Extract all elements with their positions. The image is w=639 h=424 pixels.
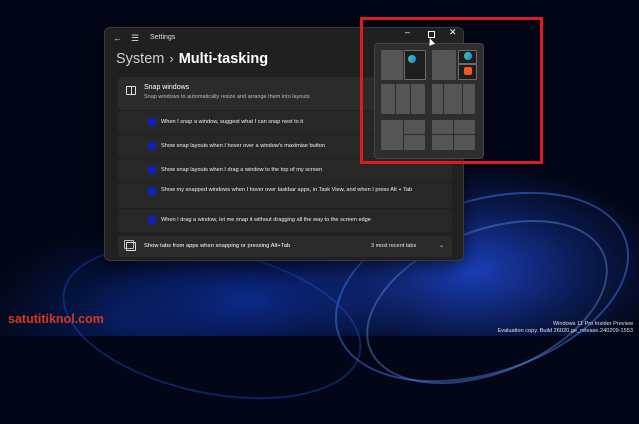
tabs-dropdown-value: 3 most recent tabs [371,243,417,249]
os-edition-text: Windows 11 Pro Insider Preview [552,321,633,327]
snap-windows-title: Snap windows [144,84,190,91]
page-title: Multi-tasking [178,51,269,67]
tabs-dropdown[interactable]: 3 most recent tabs ⌄ [366,241,446,252]
snap-option-label: Show snap layouts when I drag a window t… [161,167,323,173]
highlight-annotation [360,17,543,164]
snap-option-label: When I drag a window, let me snap it wit… [161,217,371,223]
app-title: Settings [150,34,176,41]
snap-option-checkbox[interactable] [148,216,156,224]
tabs-setting-row: Show tabs from apps when snapping or pre… [118,236,452,257]
snap-option-checkbox[interactable] [148,118,156,126]
snap-option-checkbox[interactable] [148,142,156,150]
snap-option-row: Show my snapped windows when I hover ove… [118,183,452,208]
snap-option-label: Show my snapped windows when I hover ove… [161,187,413,193]
breadcrumb-separator: › [169,51,174,66]
snap-option-row: When I drag a window, let me snap it wit… [118,209,452,232]
snap-option-checkbox[interactable] [148,187,156,195]
breadcrumb: System › Multi-tasking [116,50,268,68]
build-info-text: Evaluation copy. Build 26020.ge_release.… [497,328,634,334]
snap-windows-description: Snap windows to automatically resize and… [144,94,310,100]
menu-icon[interactable]: ☰ [131,33,139,44]
snap-option-checkbox[interactable] [148,166,156,174]
chevron-down-icon: ⌄ [438,243,444,249]
back-arrow-icon[interactable]: ← [113,33,122,43]
tabs-icon [124,240,136,251]
breadcrumb-parent[interactable]: System [116,51,164,67]
snap-window-icon [126,86,136,95]
tabs-setting-label: Show tabs from apps when snapping or pre… [144,243,291,249]
watermark: satutitiknol.com [8,312,104,326]
